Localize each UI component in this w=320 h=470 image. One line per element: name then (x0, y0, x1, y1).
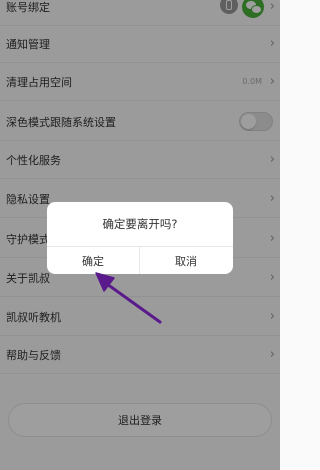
annotation-arrow-icon (95, 272, 162, 324)
